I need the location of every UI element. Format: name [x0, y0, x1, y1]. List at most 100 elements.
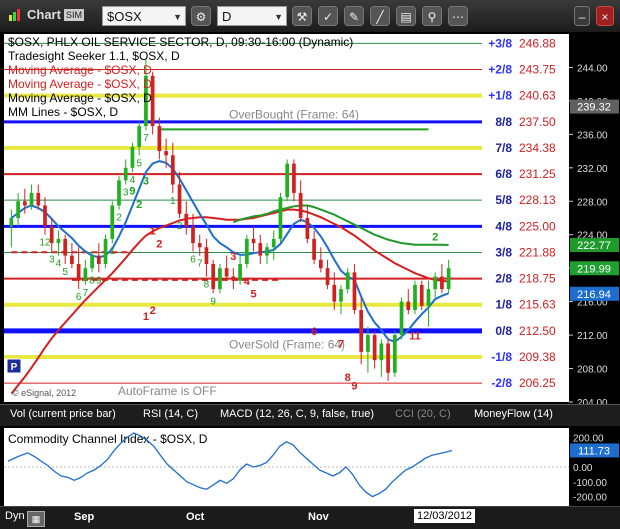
seeker-number-label: 1: [150, 226, 156, 238]
axis-tick-label: 244.00: [577, 63, 608, 74]
tab-rsi[interactable]: RSI (14, C): [143, 408, 198, 420]
tab-moneyflow[interactable]: MoneyFlow (14): [474, 408, 553, 420]
murrey-level-label: 8/8: [495, 115, 512, 129]
axis-background: [569, 32, 620, 404]
seeker-number-label: 2: [156, 238, 162, 250]
annotation-label: AutoFrame is OFF: [118, 384, 217, 398]
murrey-level-label: 0/8: [495, 324, 512, 338]
seeker-count-label: 2: [116, 213, 122, 224]
interval-value: D: [222, 9, 232, 24]
layout-icon[interactable]: ▦: [27, 511, 45, 527]
candle-body: [379, 343, 384, 361]
candle-body: [352, 272, 357, 310]
candle-body: [419, 284, 424, 306]
tools-icon[interactable]: ⚒: [292, 6, 312, 26]
seeker-count-label: 1: [170, 196, 176, 207]
murrey-level-label: 6/8: [495, 167, 512, 181]
candle-body: [359, 310, 364, 352]
chevron-down-icon[interactable]: ▼: [274, 7, 283, 27]
seeker-count-label: 4: [130, 175, 136, 186]
murrey-price-label: 228.13: [519, 193, 556, 207]
candle-body: [285, 163, 290, 198]
title-bar: Chart SIM $OSX ▼ ⚙ D ▼ ⚒ ✓ ✎ ╱ ▤ ⚲ ⋯ – ×: [0, 0, 620, 33]
murrey-level-label: 1/8: [495, 298, 512, 312]
cci-tick-label: -100.00: [573, 478, 607, 489]
interval-field[interactable]: D ▼: [217, 6, 287, 26]
candle-body: [191, 226, 195, 244]
line-tool-icon[interactable]: ╱: [370, 6, 390, 26]
murrey-price-label: 243.75: [519, 63, 556, 77]
seeker-count-label: 6: [76, 292, 82, 303]
candle-body: [56, 238, 61, 244]
more-icon[interactable]: ⋯: [448, 6, 468, 26]
seeker-number-label: 6: [311, 326, 317, 338]
legend-entry: Moving Average - $OSX, D: [8, 63, 152, 77]
seeker-number-label: 8: [345, 372, 351, 384]
candle-body: [177, 184, 182, 214]
cci-title: Commodity Channel Index - $OSX, D: [8, 432, 208, 446]
murrey-level-label: 5/8: [495, 193, 512, 207]
candle-body: [43, 205, 47, 227]
candle-body: [70, 255, 74, 264]
candle-body: [103, 238, 108, 264]
candle-body: [76, 264, 81, 281]
price-axis: 204.00208.00212.00216.00220.00224.00228.…: [569, 32, 620, 404]
candle-body: [9, 218, 14, 227]
pin-icon[interactable]: ⚲: [422, 6, 442, 26]
candle-body: [345, 272, 350, 290]
gear-icon[interactable]: ⚙: [191, 6, 211, 26]
candle-body: [318, 259, 323, 269]
news-icon[interactable]: ▤: [396, 6, 416, 26]
seeker-count-label: 9: [210, 296, 216, 307]
seeker-number-label: 2: [136, 199, 142, 211]
seeker-number-label: 9: [129, 186, 135, 198]
candle-body: [231, 276, 236, 281]
seeker-number-label: 2: [432, 232, 438, 244]
candle-body: [278, 197, 283, 239]
seeker-number-label: 11: [409, 330, 421, 342]
tab-cci[interactable]: CCI (20, C): [395, 408, 451, 420]
candle-body: [298, 192, 303, 218]
price-chart[interactable]: +3/8 246.88 +2/8 243.75 +1/8 240.63 8/8 237.50 7…: [0, 32, 620, 404]
murrey-price-label: 231.25: [519, 167, 556, 181]
candle-body: [251, 238, 256, 244]
legend-entry: MM Lines - $OSX, D: [8, 105, 118, 119]
check-icon[interactable]: ✓: [318, 6, 338, 26]
eraser-icon[interactable]: ✎: [344, 6, 364, 26]
candle-body: [372, 335, 377, 361]
symbol-field[interactable]: $OSX ▼: [102, 6, 186, 26]
tab-macd[interactable]: MACD (12, 26, C, 9, false, true): [220, 408, 374, 420]
murrey-price-label: 225.00: [519, 219, 556, 233]
candle-body: [218, 268, 222, 290]
candle-body: [29, 192, 34, 206]
murrey-price-label: 212.50: [519, 324, 556, 338]
seeker-count-label: 8: [89, 275, 95, 286]
candle-body: [164, 151, 168, 156]
cci-tick-label: 200.00: [573, 433, 604, 444]
candle-body: [238, 264, 242, 281]
close-icon[interactable]: ×: [596, 6, 614, 26]
murrey-price-label: 246.88: [519, 36, 556, 50]
mode-label: Dyn: [5, 510, 25, 522]
cci-last-label: 111.73: [578, 445, 610, 457]
candle-body: [197, 243, 202, 248]
murrey-level-label: -1/8: [491, 350, 512, 364]
tab-volume[interactable]: Vol (current price bar): [10, 408, 116, 420]
axis-tick-label: 236.00: [577, 130, 608, 141]
seeker-count-label: 5: [62, 267, 68, 278]
candle-body: [211, 264, 216, 290]
cci-panel[interactable]: Commodity Channel Index - $OSX, D 200.00…: [0, 426, 620, 506]
seeker-count-label: 9: [96, 275, 102, 286]
seeker-number-label: 5: [250, 288, 256, 300]
seeker-count-label: 4: [56, 259, 62, 270]
p-badge[interactable]: P: [6, 358, 22, 374]
legend-entry: Moving Average - $OSX, D: [8, 77, 152, 91]
minimize-icon[interactable]: –: [574, 6, 590, 26]
chevron-down-icon[interactable]: ▼: [173, 7, 182, 27]
candle-body: [312, 238, 316, 260]
legend-entry: $OSX, PHLX OIL SERVICE SECTOR, D, 09:30-…: [8, 35, 353, 49]
candle-body: [446, 268, 451, 290]
murrey-level-label: 7/8: [495, 141, 512, 155]
candle-body: [117, 180, 121, 206]
candle-body: [16, 201, 20, 218]
